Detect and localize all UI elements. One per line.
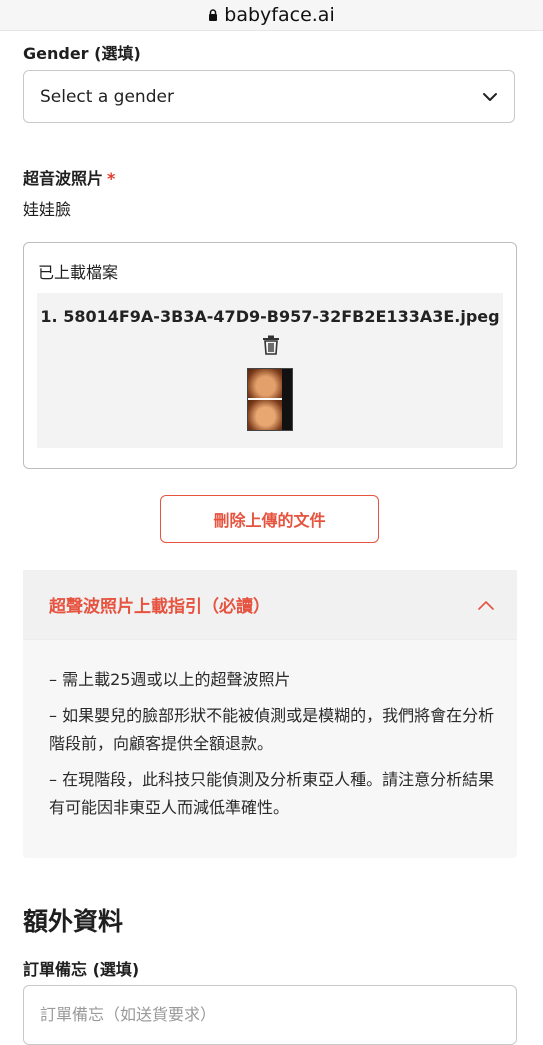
uploaded-files-title: 已上載檔案 — [38, 263, 119, 282]
guide-item: – 需上載25週或以上的超聲波照片 — [49, 670, 291, 689]
ultrasound-thumbnail[interactable] — [247, 368, 293, 431]
gender-select-value: Select a gender — [40, 86, 174, 107]
gender-label: Gender (選填) — [23, 44, 141, 63]
thumbnail-stripe — [282, 369, 292, 430]
chevron-up-icon — [478, 600, 494, 610]
guide-title: 超聲波照片上載指引（必讀） — [49, 597, 270, 617]
address-bar[interactable]: babyface.ai — [0, 0, 543, 31]
ultrasound-label-text: 超音波照片 — [23, 169, 104, 188]
file-item: 1. 58014F9A-3B3A-47D9-B957-32FB2E133A3E.… — [37, 293, 503, 448]
guide-body: – 需上載25週或以上的超聲波照片 – 如果嬰兒的臉部形狀不能被偵測或是模糊的，… — [49, 666, 499, 830]
upload-guide-accordion: 超聲波照片上載指引（必讀） – 需上載25週或以上的超聲波照片 – 如果嬰兒的臉… — [23, 570, 517, 858]
ultrasound-label: 超音波照片 * — [23, 165, 115, 189]
required-mark: * — [107, 169, 116, 188]
delete-uploads-button[interactable]: 刪除上傳的文件 — [160, 495, 379, 543]
guide-item: – 在現階段，此科技只能偵測及分析東亞人種。請注意分析結果有可能因非東亞人而減低… — [49, 770, 495, 817]
guide-item: – 如果嬰兒的臉部形狀不能被偵測或是模糊的，我們將會在分析階段前，向顧客提供全額… — [49, 706, 495, 753]
order-notes-input[interactable]: 訂單備忘（如送貨要求） — [23, 985, 517, 1045]
trash-icon[interactable] — [262, 335, 280, 355]
file-name: 1. 58014F9A-3B3A-47D9-B957-32FB2E133A3E.… — [40, 307, 500, 326]
order-notes-label: 訂單備忘 (選填) — [23, 960, 140, 979]
lock-icon — [209, 9, 218, 21]
ultrasound-subtitle: 娃娃臉 — [23, 200, 72, 219]
gender-select[interactable]: Select a gender — [23, 70, 515, 123]
url-text: babyface.ai — [224, 4, 335, 26]
guide-header[interactable]: 超聲波照片上載指引（必讀） — [23, 570, 517, 640]
chevron-down-icon — [483, 92, 497, 101]
uploaded-files-box: 已上載檔案 1. 58014F9A-3B3A-47D9-B957-32FB2E1… — [23, 242, 517, 469]
extra-info-heading: 額外資料 — [23, 907, 124, 936]
